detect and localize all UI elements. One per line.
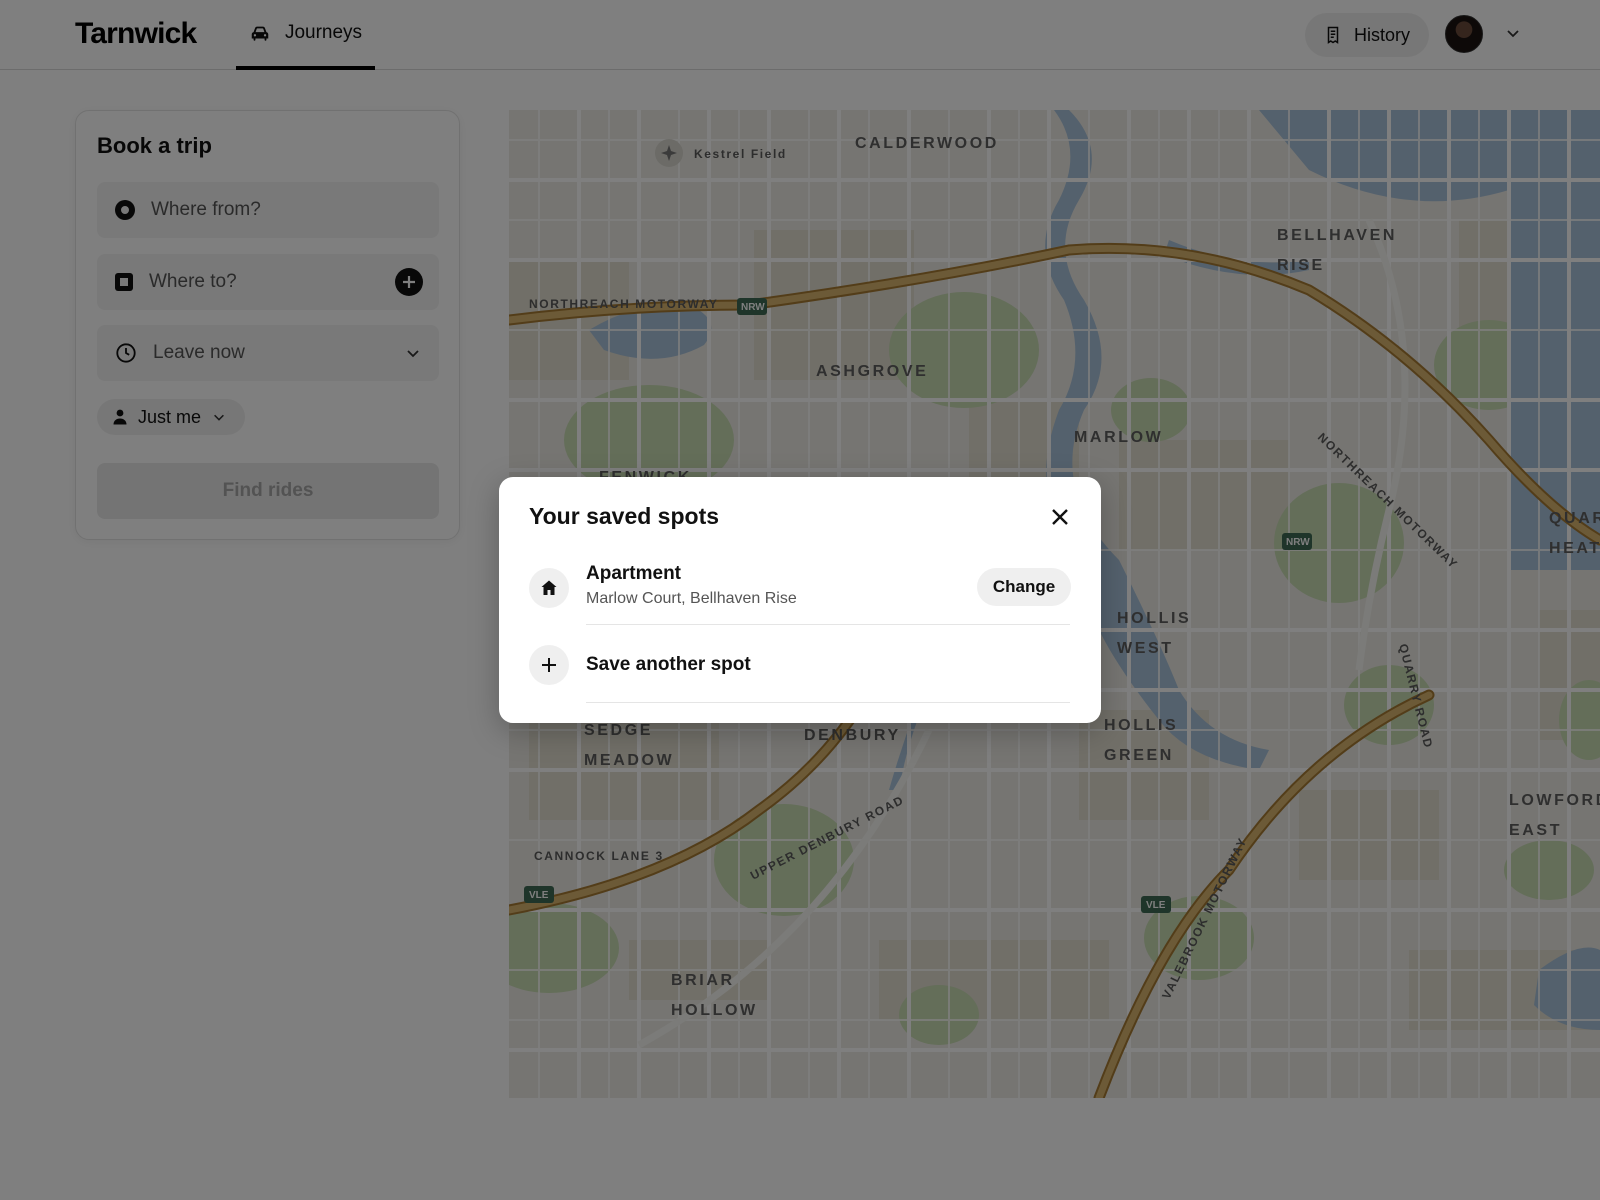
close-icon	[1052, 509, 1068, 525]
saved-spot-item[interactable]: Apartment Marlow Court, Bellhaven Rise C…	[529, 563, 1071, 623]
close-button[interactable]	[1047, 504, 1073, 530]
change-spot-button[interactable]: Change	[977, 568, 1071, 606]
plus-icon	[529, 645, 569, 685]
saved-spot-address: Marlow Court, Bellhaven Rise	[586, 590, 797, 607]
saved-spot-name: Apartment	[586, 563, 682, 584]
dialog-title: Your saved spots	[529, 503, 720, 529]
divider	[586, 702, 1070, 703]
home-icon	[529, 568, 569, 608]
save-another-spot-label: Save another spot	[586, 654, 751, 675]
saved-spots-dialog: Your saved spots Apartment Marlow Court,…	[499, 477, 1101, 723]
divider	[586, 624, 1070, 625]
save-another-spot-button[interactable]: Save another spot	[529, 645, 1071, 689]
